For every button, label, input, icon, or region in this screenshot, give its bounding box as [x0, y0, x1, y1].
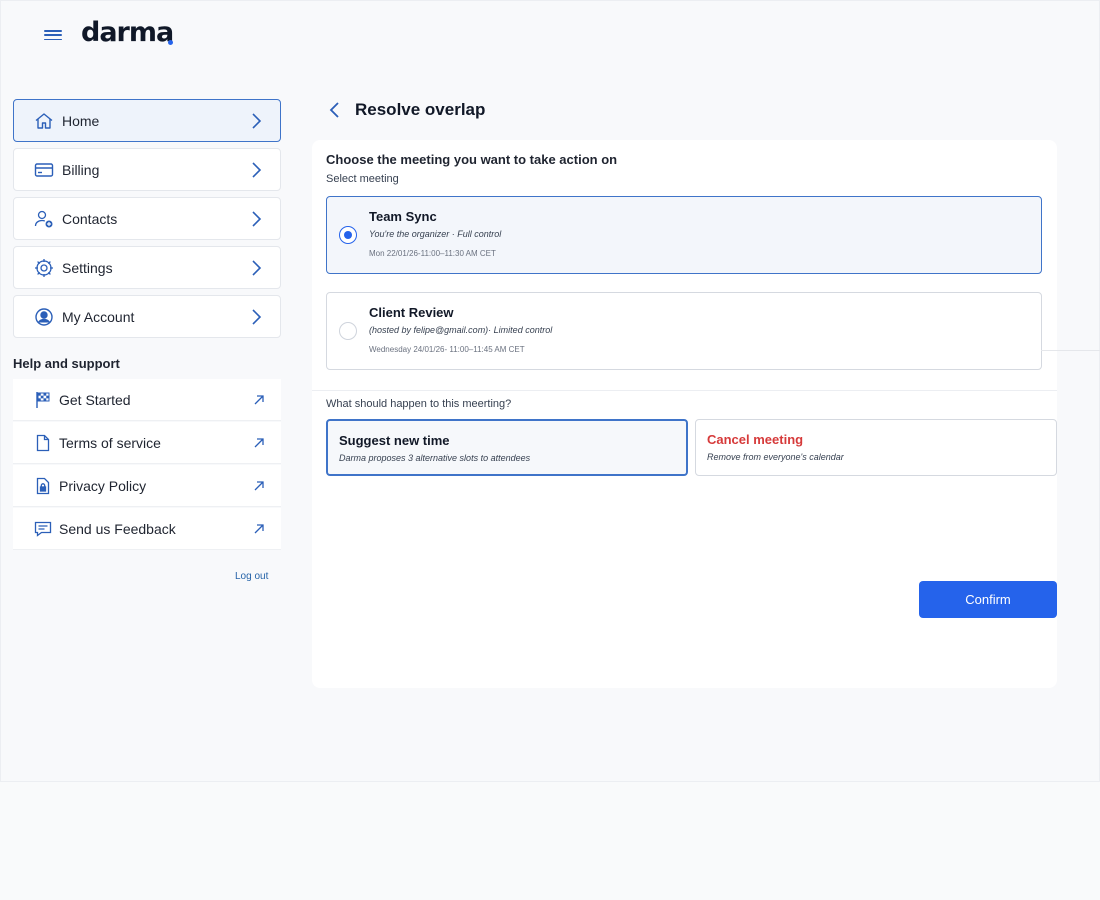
external-link-icon — [254, 480, 264, 490]
card-heading: Choose the meeting you want to take acti… — [326, 152, 618, 167]
radio-button[interactable] — [339, 322, 357, 340]
external-link-icon — [254, 523, 264, 533]
add-user-icon — [34, 209, 54, 229]
resolve-overlap-card: Choose the meeting you want to take acti… — [312, 140, 1057, 688]
help-item-label: Privacy Policy — [59, 477, 147, 494]
sidebar-item-label: Home — [62, 112, 100, 129]
sidebar-item-billing[interactable]: Billing — [13, 148, 281, 191]
sidebar-item-home[interactable]: Home — [13, 99, 281, 142]
chevron-right-icon — [252, 210, 262, 227]
help-item-label: Get Started — [59, 391, 131, 408]
help-item-privacy[interactable]: Privacy Policy — [13, 465, 281, 507]
meeting-role: (hosted by felipe@gmail.com)· Limited co… — [369, 325, 553, 335]
external-link-icon — [254, 394, 264, 404]
meeting-time: Mon 22/01/26-11:00–11:30 AM CET — [369, 249, 496, 258]
darma-logo[interactable]: darma — [81, 17, 174, 48]
meeting-time: Wednesday 24/01/26- 11:00–11:45 AM CET — [369, 345, 525, 354]
meeting-option-team-sync[interactable]: Team Sync You're the organizer · Full co… — [326, 196, 1042, 274]
select-meeting-label: Select meeting — [326, 173, 399, 185]
app-window: darma Home Billing Contacts Settings My … — [0, 0, 1100, 782]
chevron-right-icon — [252, 308, 262, 325]
user-circle-icon — [34, 307, 54, 327]
action-title: Suggest new time — [339, 433, 450, 448]
logo-dot — [168, 40, 173, 45]
sidebar-nav: Home Billing Contacts Settings My Accoun… — [13, 99, 281, 344]
page-title: Resolve overlap — [355, 100, 486, 119]
chat-icon — [33, 519, 53, 539]
sidebar-item-label: Billing — [62, 161, 100, 178]
hamburger-menu-icon[interactable] — [43, 28, 63, 42]
action-description: Remove from everyone's calendar — [707, 452, 844, 462]
meeting-role: You're the organizer · Full control — [369, 229, 502, 239]
help-item-get-started[interactable]: Get Started — [13, 379, 281, 421]
action-cancel-meeting[interactable]: Cancel meeting Remove from everyone's ca… — [695, 419, 1057, 476]
document-icon — [33, 433, 53, 453]
help-item-terms[interactable]: Terms of service — [13, 422, 281, 464]
sidebar-item-label: My Account — [62, 308, 135, 325]
meeting-option-client-review[interactable]: Client Review (hosted by felipe@gmail.co… — [326, 292, 1042, 370]
sidebar-item-my-account[interactable]: My Account — [13, 295, 281, 338]
help-list: Get Started Terms of service Privacy Pol… — [13, 379, 281, 551]
help-item-feedback[interactable]: Send us Feedback — [13, 508, 281, 550]
credit-card-icon — [34, 160, 54, 180]
chevron-right-icon — [252, 259, 262, 276]
radio-button-selected[interactable] — [339, 226, 357, 244]
sidebar-item-settings[interactable]: Settings — [13, 246, 281, 289]
action-question: What should happen to this meerting? — [326, 398, 512, 410]
meeting-title: Team Sync — [369, 209, 437, 224]
action-title: Cancel meeting — [707, 432, 804, 447]
action-suggest-new-time[interactable]: Suggest new time Darma proposes 3 altern… — [326, 419, 688, 476]
meeting-title: Client Review — [369, 305, 454, 320]
gear-icon — [34, 258, 54, 278]
section-divider — [312, 390, 1057, 391]
chevron-right-icon — [252, 112, 262, 129]
flag-icon — [33, 390, 53, 410]
help-item-label: Send us Feedback — [59, 520, 176, 537]
external-link-icon — [254, 437, 264, 447]
back-arrow-icon[interactable] — [328, 101, 342, 119]
sidebar-item-contacts[interactable]: Contacts — [13, 197, 281, 240]
sidebar-item-label: Contacts — [62, 210, 118, 227]
chevron-right-icon — [252, 161, 262, 178]
divider-line — [1041, 350, 1100, 351]
help-section-title: Help and support — [13, 356, 120, 371]
confirm-button[interactable]: Confirm — [919, 581, 1057, 618]
logout-link[interactable]: Log out — [235, 571, 268, 582]
lock-document-icon — [33, 476, 53, 496]
help-item-label: Terms of service — [59, 434, 161, 451]
action-description: Darma proposes 3 alternative slots to at… — [339, 453, 531, 463]
home-icon — [34, 111, 54, 131]
sidebar-item-label: Settings — [62, 259, 113, 276]
